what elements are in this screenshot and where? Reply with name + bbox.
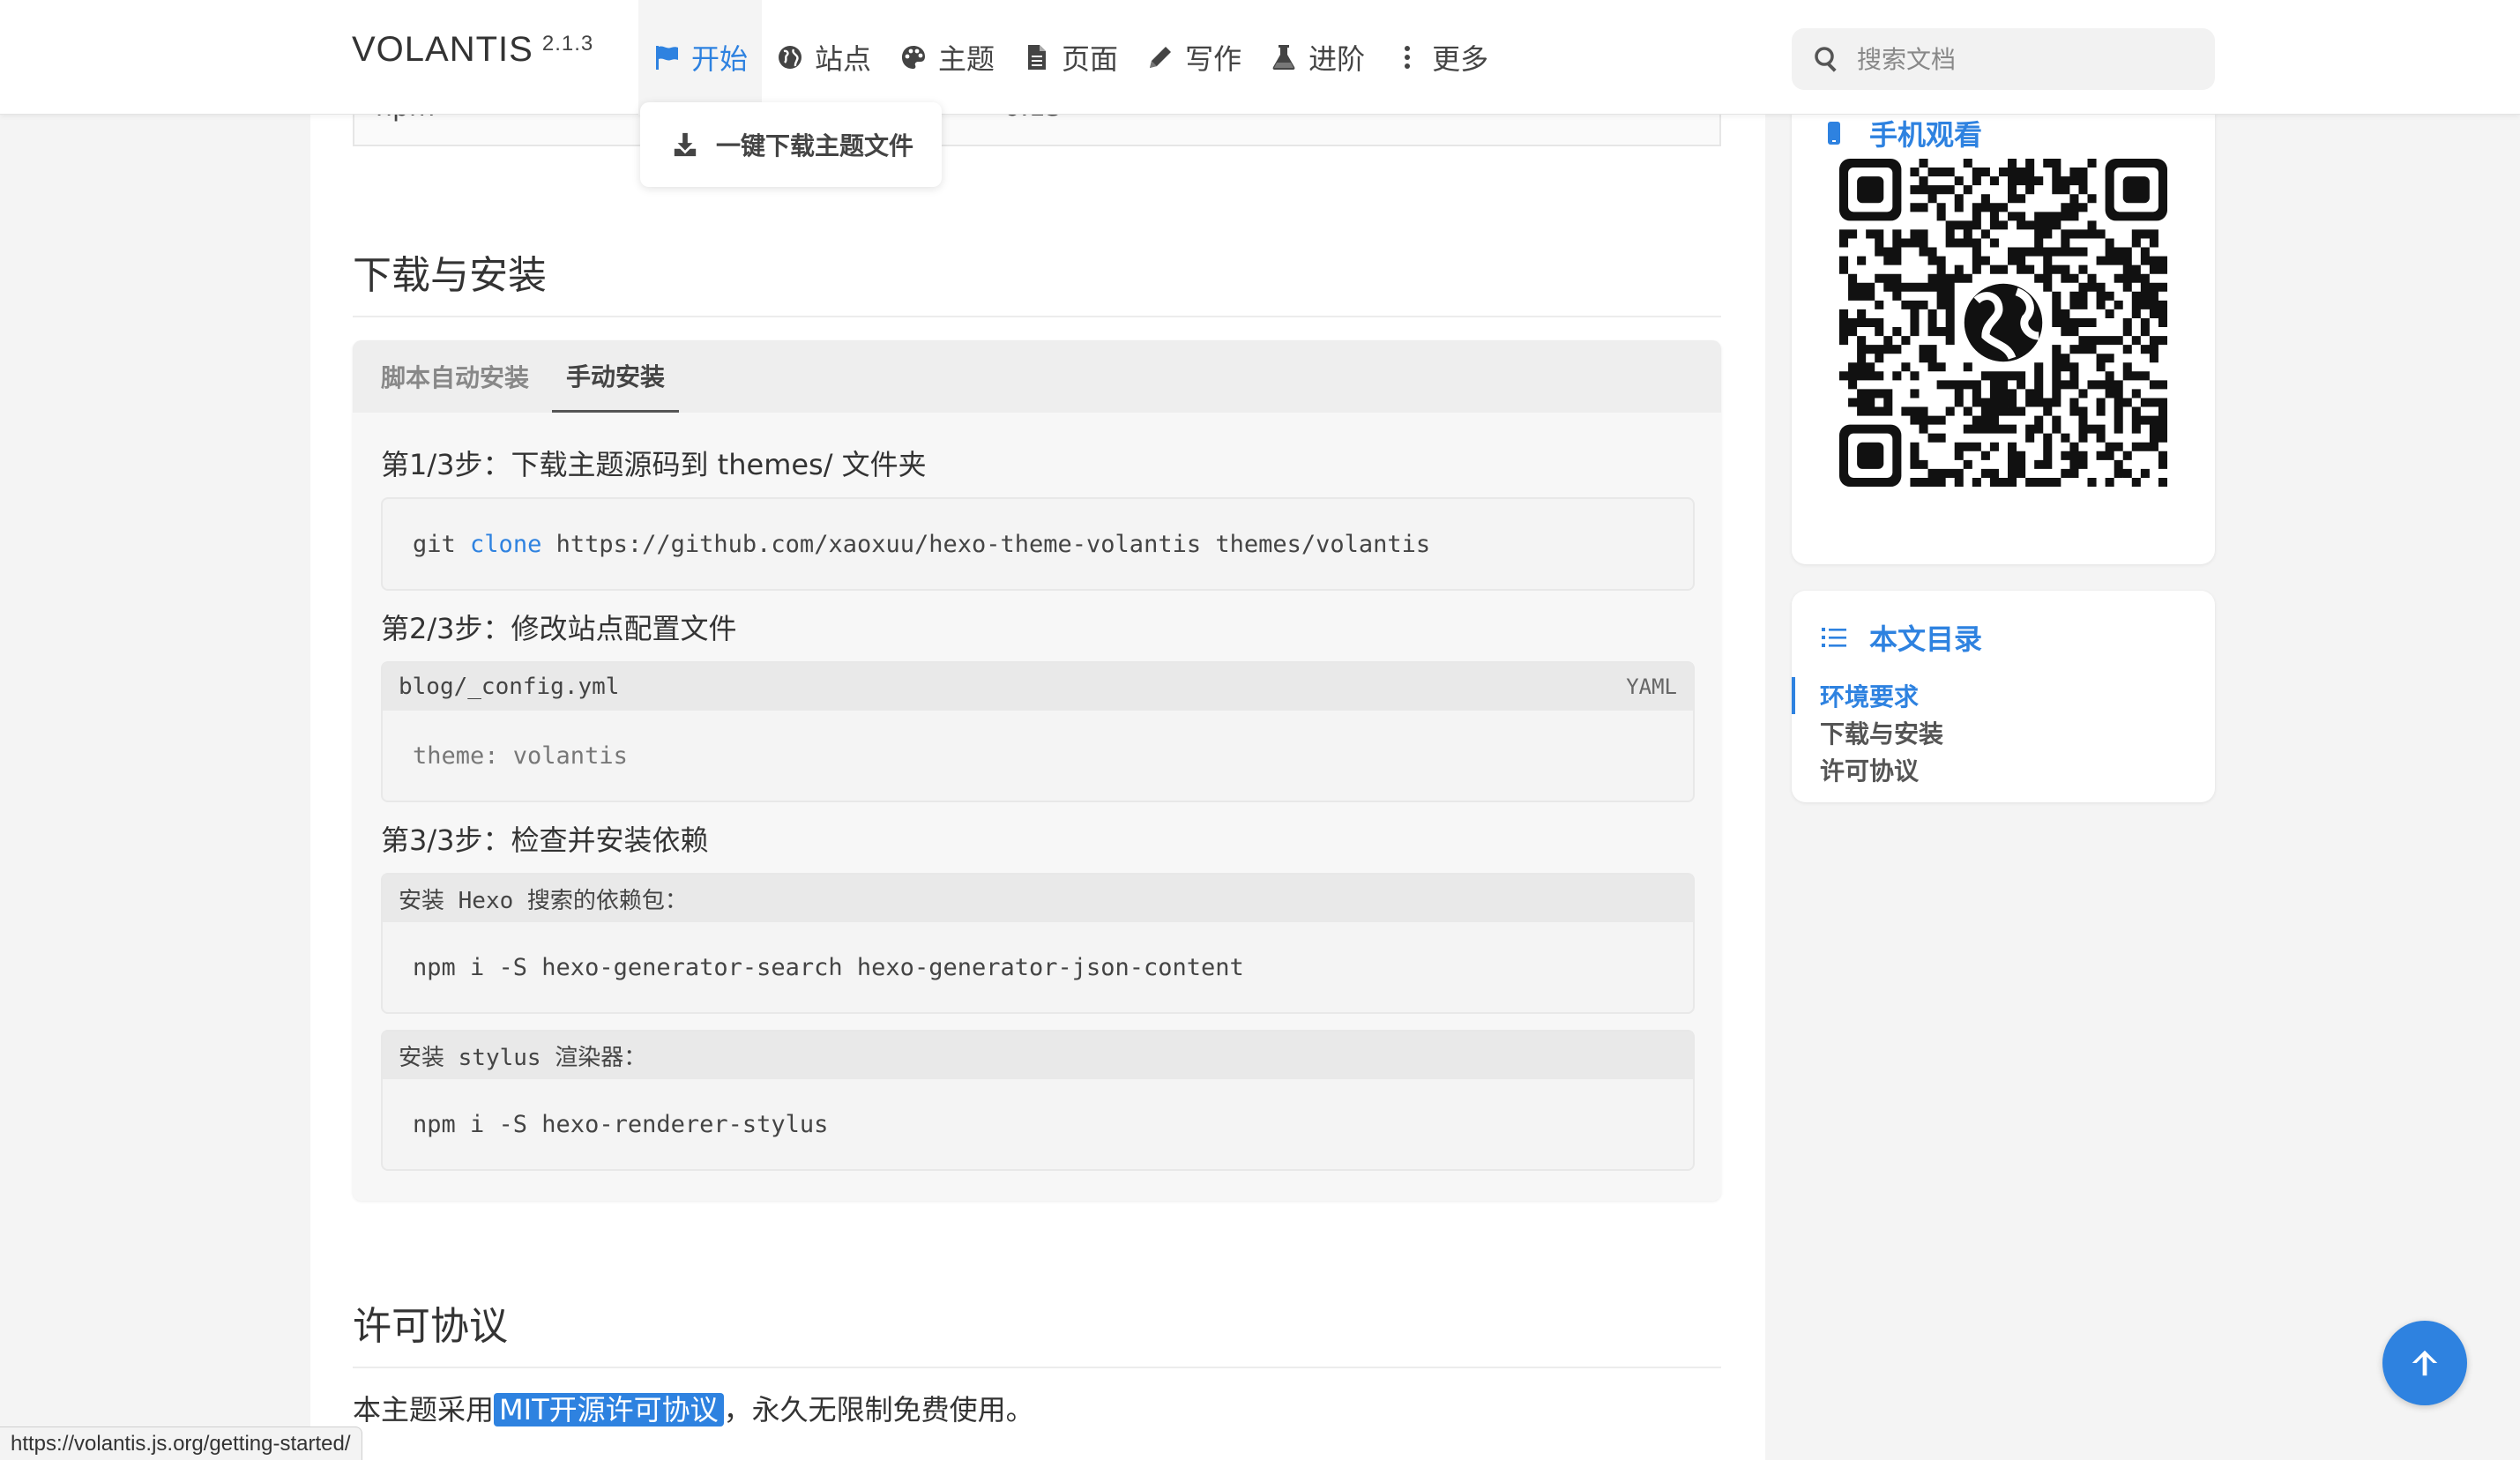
nav-label: 写作 <box>1185 42 1242 76</box>
file-icon <box>1028 45 1047 70</box>
nav-item-advanced[interactable]: 进阶 <box>1256 0 1379 115</box>
nav-item-theme[interactable]: 主题 <box>885 0 1009 115</box>
nav-label: 开始 <box>691 42 749 76</box>
nav-item-start[interactable]: 开始 <box>638 0 763 115</box>
arrow-up-icon <box>2412 1350 2438 1376</box>
main-nav: 开始 站点 主题 页面 写作 进阶 更多 <box>638 0 1502 115</box>
globe-icon <box>779 46 802 69</box>
step-1-title: 第1/3步：下载主题源码到 themes/ 文件夹 <box>381 448 927 481</box>
code-line-search: npm i -S hexo-generator-search hexo-gene… <box>413 953 1244 981</box>
tab-script-install[interactable]: 脚本自动安装 <box>367 340 543 413</box>
nav-item-more[interactable]: 更多 <box>1379 0 1502 115</box>
site-brand[interactable]: VOLANTIS 2.1.3 <box>352 30 593 70</box>
nav-item-writing[interactable]: 写作 <box>1132 0 1256 115</box>
code-block-search-deps[interactable]: 安装 Hexo 搜索的依赖包： npm i -S hexo-generator-… <box>381 873 1695 1014</box>
back-to-top-button[interactable] <box>2382 1321 2467 1405</box>
list-icon <box>1822 628 1846 647</box>
nav-label: 站点 <box>815 42 872 76</box>
qr-widget: 手机观看 <box>1792 88 2215 564</box>
top-navbar: VOLANTIS 2.1.3 开始 站点 主题 页面 写作 进阶 更多 搜索文档 <box>0 0 2520 115</box>
start-dropdown-menu[interactable]: 一键下载主题文件 <box>640 102 942 187</box>
code-line-theme: theme: volantis <box>413 741 628 770</box>
article-card: npm 6.13 下载与安装 脚本自动安装 手动安装 第1/3步：下载主题源码到… <box>310 0 1765 1460</box>
brand-name: VOLANTIS <box>352 30 533 69</box>
dropdown-item-download[interactable]: 一键下载主题文件 <box>716 127 913 162</box>
code-line-stylus: npm i -S hexo-renderer-stylus <box>413 1110 829 1138</box>
qr-code-image <box>1839 159 2167 487</box>
flag-icon <box>656 46 678 70</box>
section-heading-license: 许可协议 <box>353 1294 1721 1368</box>
pen-icon <box>1150 47 1172 68</box>
code-block-git-clone[interactable]: git clone https://github.com/xaoxuu/hexo… <box>381 497 1695 591</box>
search-icon <box>1815 47 1837 72</box>
toc-item-license[interactable]: 许可协议 <box>1792 751 2215 788</box>
toc-list: 环境要求 下载与安装 许可协议 <box>1792 677 2215 788</box>
code-cmd-git: git <box>413 530 456 558</box>
status-bar-url: https://volantis.js.org/getting-started/ <box>0 1426 362 1460</box>
code-block-config[interactable]: blog/_config.yml YAML theme: volantis <box>381 661 1695 802</box>
qr-title-text: 手机观看 <box>1869 118 1983 152</box>
nav-label: 页面 <box>1062 42 1119 76</box>
toc-item-install[interactable]: 下载与安装 <box>1792 714 2215 751</box>
brand-version: 2.1.3 <box>541 32 594 56</box>
toc-title-text: 本文目录 <box>1869 622 1983 656</box>
code-lang-label: YAML <box>1626 674 1677 699</box>
code-keyword-clone: clone <box>470 530 542 558</box>
license-suffix: ，永久无限制免费使用。 <box>723 1393 1034 1426</box>
search-box[interactable] <box>1792 28 2215 90</box>
nav-label: 更多 <box>1432 42 1489 76</box>
install-tabs: 脚本自动安装 手动安装 第1/3步：下载主题源码到 themes/ 文件夹 gi… <box>353 340 1721 1201</box>
nav-item-pages[interactable]: 页面 <box>1009 0 1132 115</box>
code-filename: blog/_config.yml <box>399 674 620 700</box>
qr-widget-title: 手机观看 <box>1820 113 1982 153</box>
nav-label: 主题 <box>938 42 995 76</box>
license-prefix: 本主题采用 <box>353 1393 495 1426</box>
more-vertical-icon <box>1405 46 1411 69</box>
code-block-stylus[interactable]: 安装 stylus 渲染器： npm i -S hexo-renderer-st… <box>381 1030 1695 1171</box>
toc-widget: 本文目录 环境要求 下载与安装 许可协议 <box>1792 591 2215 802</box>
flask-icon <box>1272 45 1295 70</box>
code-caption-stylus: 安装 stylus 渲染器： <box>399 1044 647 1071</box>
license-paragraph: 本主题采用 MIT开源许可协议 ，永久无限制免费使用。 <box>353 1388 1034 1428</box>
code-caption-search: 安装 Hexo 搜索的依赖包： <box>399 887 688 914</box>
mobile-icon <box>1828 122 1840 145</box>
download-icon <box>674 132 697 157</box>
step-2-title: 第2/3步：修改站点配置文件 <box>381 612 737 645</box>
search-input[interactable] <box>1857 44 2192 74</box>
nav-label: 进阶 <box>1308 42 1366 76</box>
tabs-header: 脚本自动安装 手动安装 <box>353 340 1721 413</box>
toc-widget-title: 本文目录 <box>1820 617 1982 658</box>
license-link[interactable]: MIT开源许可协议 <box>494 1393 724 1426</box>
toc-item-env[interactable]: 环境要求 <box>1792 677 2215 714</box>
palette-icon <box>902 46 926 69</box>
nav-item-site[interactable]: 站点 <box>762 0 885 115</box>
section-heading-install: 下载与安装 <box>353 243 1721 317</box>
code-args: https://github.com/xaoxuu/hexo-theme-vol… <box>555 530 1431 558</box>
tab-manual-install[interactable]: 手动安装 <box>552 340 680 413</box>
step-3-title: 第3/3步：检查并安装依赖 <box>381 823 709 857</box>
